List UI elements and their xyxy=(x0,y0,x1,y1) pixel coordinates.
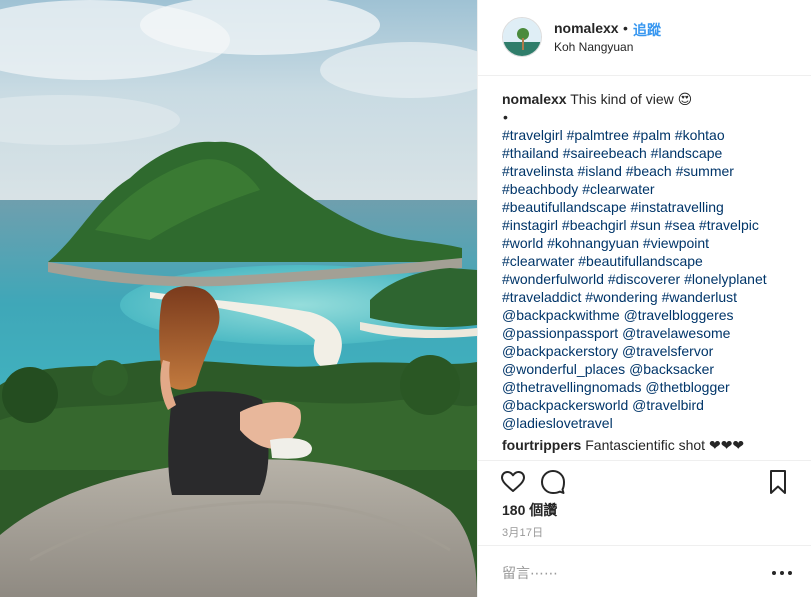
hashtag-line: #clearwater #beautifullandscape xyxy=(502,252,792,270)
hashtag-line: #thailand #saireebeach #landscape xyxy=(502,144,792,162)
caption-hashtags: #travelgirl #palmtree #palm #kohtao #thai… xyxy=(502,126,792,432)
hashtag-link[interactable]: #beautifullandscape xyxy=(502,199,627,215)
hashtag-link[interactable]: #kohtao xyxy=(675,127,725,143)
hashtag-line: #traveladdict #wondering #wanderlust xyxy=(502,288,792,306)
hashtag-link[interactable]: #traveladdict xyxy=(502,289,581,305)
hashtag-link[interactable]: #world xyxy=(502,235,543,251)
post-header: nomalexx • 追蹤 Koh Nangyuan xyxy=(478,0,811,76)
mention-link[interactable]: @travelbloggeres xyxy=(624,307,734,323)
hashtag-line: #travelgirl #palmtree #palm #kohtao xyxy=(502,126,792,144)
hashtag-line: #world #kohnangyuan #viewpoint xyxy=(502,234,792,252)
comments-list: nomalexx This kind of view 😍 • #travelgi… xyxy=(502,90,792,460)
hashtag-link[interactable]: #instagirl xyxy=(502,217,558,233)
hashtag-link[interactable]: #wonderfulworld xyxy=(502,271,604,287)
hashtag-link[interactable]: #thailand xyxy=(502,145,559,161)
follow-separator: • xyxy=(623,20,628,36)
mention-link[interactable]: @backsacker xyxy=(629,361,714,377)
likes-count[interactable]: 180 個讚 xyxy=(502,500,557,520)
hashtag-link[interactable]: #beach xyxy=(626,163,672,179)
caption-bullet: • xyxy=(503,109,508,125)
hashtag-line: #instagirl #beachgirl #sun #sea #travelp… xyxy=(502,216,792,234)
avatar[interactable] xyxy=(502,17,542,57)
caption-username[interactable]: nomalexx xyxy=(502,91,567,107)
hashtag-link[interactable]: #saireebeach xyxy=(563,145,647,161)
add-comment-input[interactable] xyxy=(502,564,742,582)
hashtag-line: @wonderful_places @backsacker xyxy=(502,360,792,378)
hashtag-line: @backpackerstory @travelsfervor xyxy=(502,342,792,360)
hashtag-link[interactable]: #discoverer xyxy=(608,271,680,287)
mention-link[interactable]: @travelawesome xyxy=(622,325,730,341)
hashtag-link[interactable]: #travelinsta xyxy=(502,163,574,179)
mention-link[interactable]: @passionpassport xyxy=(502,325,618,341)
heart-eyes-emoji: 😍 xyxy=(677,91,693,107)
hashtag-link[interactable]: #travelgirl xyxy=(502,127,563,143)
mention-link[interactable]: @travelbird xyxy=(632,397,704,413)
mention-link[interactable]: @ladieslovetravel xyxy=(502,415,613,431)
mention-link[interactable]: @thetravellingnomads xyxy=(502,379,642,395)
action-bar xyxy=(478,460,811,500)
header-username[interactable]: nomalexx xyxy=(554,20,619,36)
hashtag-link[interactable]: #lonelyplanet xyxy=(684,271,767,287)
post-photo[interactable] xyxy=(0,0,477,597)
hashtag-link[interactable]: #kohnangyuan xyxy=(547,235,639,251)
caption-text: This kind of view xyxy=(570,91,674,107)
hashtag-line: #beachbody #clearwater xyxy=(502,180,792,198)
island-viewpoint-photo xyxy=(0,0,477,597)
mention-link[interactable]: @thetblogger xyxy=(645,379,729,395)
post-date[interactable]: 3月17日 xyxy=(502,524,543,540)
hashtag-line: @thetravellingnomads @thetblogger xyxy=(502,378,792,396)
mention-link[interactable]: @travelsfervor xyxy=(622,343,713,359)
hashtag-link[interactable]: #travelpic xyxy=(699,217,759,233)
hashtag-line: #wonderfulworld #discoverer #lonelyplane… xyxy=(502,270,792,288)
mention-link[interactable]: @backpackwithme xyxy=(502,307,620,323)
hashtag-link[interactable]: #palm xyxy=(633,127,671,143)
hashtag-line: @backpackersworld @travelbird xyxy=(502,396,792,414)
hashtag-link[interactable]: #sea xyxy=(665,217,695,233)
hashtag-link[interactable]: #sun xyxy=(630,217,660,233)
avatar-image xyxy=(503,18,541,56)
hashtag-link[interactable]: #wanderlust xyxy=(662,289,738,305)
comment-username[interactable]: fourtrippers xyxy=(502,437,581,453)
add-comment-section xyxy=(478,545,811,597)
hashtag-link[interactable]: #wondering xyxy=(585,289,657,305)
hashtag-line: @backpackwithme @travelbloggeres xyxy=(502,306,792,324)
mention-link[interactable]: @wonderful_places xyxy=(502,361,625,377)
caption-first-line: nomalexx This kind of view 😍 xyxy=(502,90,792,108)
comment-text: Fantascientific shot ❤❤❤ xyxy=(585,437,745,453)
hashtag-link[interactable]: #viewpoint xyxy=(643,235,709,251)
instagram-post: nomalexx • 追蹤 Koh Nangyuan nomalexx This… xyxy=(0,0,811,597)
post-details-panel: nomalexx • 追蹤 Koh Nangyuan nomalexx This… xyxy=(477,0,811,597)
hashtag-link[interactable]: #instatravelling xyxy=(630,199,723,215)
hashtag-link[interactable]: #palmtree xyxy=(567,127,629,143)
hashtag-link[interactable]: #summer xyxy=(676,163,734,179)
hashtag-link[interactable]: #beautifullandscape xyxy=(578,253,703,269)
hashtag-link[interactable]: #beachgirl xyxy=(562,217,627,233)
mention-link[interactable]: @backpackerstory xyxy=(502,343,618,359)
heart-icon[interactable] xyxy=(500,469,526,495)
hashtag-line: @ladieslovetravel xyxy=(502,414,792,432)
mention-link[interactable]: @backpackersworld xyxy=(502,397,628,413)
hashtag-link[interactable]: #landscape xyxy=(651,145,723,161)
more-options-icon[interactable] xyxy=(770,566,794,580)
location-link[interactable]: Koh Nangyuan xyxy=(554,40,633,54)
comment-item: fourtrippers Fantascientific shot ❤❤❤ xyxy=(502,436,792,454)
follow-button[interactable]: 追蹤 xyxy=(633,20,661,40)
hashtag-line: #travelinsta #island #beach #summer xyxy=(502,162,792,180)
hashtag-link[interactable]: #island xyxy=(577,163,621,179)
comment-icon[interactable] xyxy=(540,469,566,495)
bookmark-icon[interactable] xyxy=(765,469,791,495)
hashtag-line: @passionpassport @travelawesome xyxy=(502,324,792,342)
hashtag-link[interactable]: #beachbody xyxy=(502,181,578,197)
hashtag-link[interactable]: #clearwater xyxy=(582,181,654,197)
hashtag-link[interactable]: #clearwater xyxy=(502,253,574,269)
hashtag-line: #beautifullandscape #instatravelling xyxy=(502,198,792,216)
